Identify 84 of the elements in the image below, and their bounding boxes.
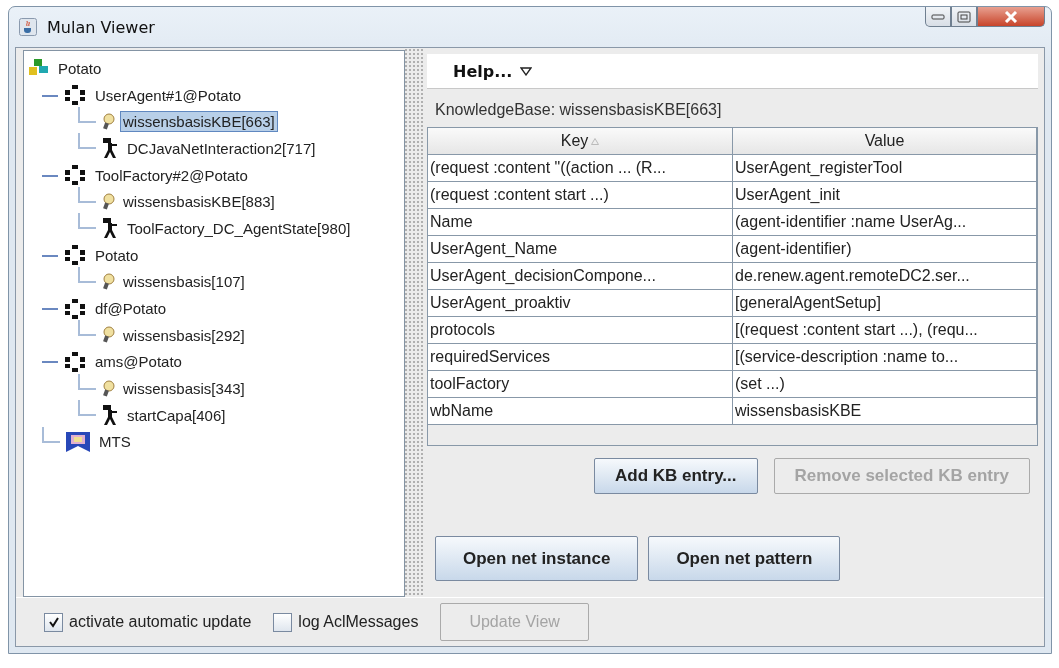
table-cell: [(service-description :name to... xyxy=(733,344,1037,371)
tree-connector xyxy=(42,253,58,257)
figure-icon xyxy=(101,404,119,427)
dropdown-triangle-icon xyxy=(520,66,533,76)
lightbulb-icon xyxy=(101,326,115,345)
tree-item[interactable]: Potato xyxy=(92,244,142,266)
table-cell: [(request :content start ...), (requ... xyxy=(733,317,1037,344)
tree-item[interactable]: ToolFactory#2@Potato xyxy=(92,164,251,186)
close-button[interactable] xyxy=(977,7,1045,27)
tree-connector xyxy=(42,93,58,97)
tree-connector xyxy=(78,106,96,123)
tree-connector xyxy=(42,173,58,177)
tree-item[interactable]: MTS xyxy=(96,431,134,453)
tree-item[interactable]: DCJavaNetInteraction2[717] xyxy=(124,137,319,159)
column-header[interactable]: Key xyxy=(428,128,733,155)
checkbox[interactable] xyxy=(273,612,293,632)
tree-item[interactable]: wissensbasisKBE[883] xyxy=(120,191,278,213)
knowledge-base-label: KnowledgeBase: wissensbasisKBE[663] xyxy=(435,101,723,119)
tree-connector xyxy=(78,213,96,230)
close-icon xyxy=(1003,10,1019,23)
tree-item[interactable]: wissensbasis[343] xyxy=(120,378,248,400)
table-cell: (agent-identifier :name UserAg... xyxy=(733,209,1037,236)
tree-item[interactable]: UserAgent#1@Potato xyxy=(92,84,245,106)
table-cell: UserAgent_registerTool xyxy=(733,155,1037,182)
table-cell: (request :content start ...) xyxy=(428,182,733,209)
table-cell: UserAgent_decisionCompone... xyxy=(428,263,733,290)
checkbox[interactable] xyxy=(44,612,63,632)
lightbulb-icon xyxy=(101,379,115,398)
table-cell: UserAgent_init xyxy=(733,182,1037,209)
tree-item[interactable]: df@Potato xyxy=(92,298,170,320)
splitter-handle[interactable] xyxy=(405,48,423,597)
agent-icon xyxy=(63,297,87,320)
minimize-icon xyxy=(931,13,945,20)
table-cell: UserAgent_Name xyxy=(428,236,733,263)
checkmark-icon xyxy=(47,616,60,628)
tree-item[interactable]: ams@Potato xyxy=(92,351,185,373)
tree-connector xyxy=(42,426,60,443)
agent-icon xyxy=(63,164,87,187)
cup-icon xyxy=(19,18,37,36)
help-menu[interactable]: Help... xyxy=(453,61,513,81)
tree-connector xyxy=(42,307,58,311)
table-cell: UserAgent_proaktiv xyxy=(428,290,733,317)
agent-icon xyxy=(63,350,87,373)
window-title: Mulan Viewer xyxy=(47,17,155,37)
tree-connector xyxy=(78,373,96,390)
maximize-button[interactable] xyxy=(951,7,977,27)
tree-item[interactable]: wissensbasis[292] xyxy=(120,324,248,346)
tree-item[interactable]: startCapa[406] xyxy=(124,404,229,426)
table-cell: protocols xyxy=(428,317,733,344)
table-cell: [generalAgentSetup] xyxy=(733,290,1037,317)
tree-item[interactable]: wissensbasisKBE[663] xyxy=(120,111,278,133)
tree-connector xyxy=(78,133,96,150)
open-pattern-button[interactable]: Open net pattern xyxy=(648,536,841,581)
maximize-icon xyxy=(957,10,971,23)
open-instance-button[interactable]: Open net instance xyxy=(435,536,639,581)
tree-item[interactable]: Potato xyxy=(55,57,105,79)
table-cell: (agent-identifier) xyxy=(733,236,1037,263)
table-cell: toolFactory xyxy=(428,371,733,398)
sort-ascending-icon xyxy=(591,137,600,145)
table-cell: requiredServices xyxy=(428,344,733,371)
checkbox-label: log AclMessages xyxy=(298,613,419,631)
tree-connector xyxy=(78,320,96,337)
lightbulb-icon xyxy=(101,272,115,291)
tree-item[interactable]: ToolFactory_DC_AgentState[980] xyxy=(124,217,354,239)
table-cell: Name xyxy=(428,209,733,236)
tree-connector xyxy=(42,360,58,364)
lightbulb-icon xyxy=(101,192,115,211)
table-cell: de.renew.agent.remoteDC2.ser... xyxy=(733,263,1037,290)
mts-icon xyxy=(65,430,91,453)
column-header[interactable]: Value xyxy=(733,128,1037,155)
add-entry-button[interactable]: Add KB entry... xyxy=(594,458,758,494)
table-cell: (request :content "((action ... (R... xyxy=(428,155,733,182)
tree-connector xyxy=(78,266,96,283)
minimize-button[interactable] xyxy=(925,7,951,27)
tree-item[interactable]: wissensbasis[107] xyxy=(120,271,248,293)
lightbulb-icon xyxy=(101,112,115,131)
figure-icon xyxy=(101,137,119,160)
tree-connector xyxy=(78,186,96,203)
agent-icon xyxy=(63,244,87,267)
table-cell: (set ...) xyxy=(733,371,1037,398)
tree-connector xyxy=(78,400,96,417)
agent-icon xyxy=(63,84,87,107)
checkbox-label: activate automatic update xyxy=(69,613,252,631)
figure-icon xyxy=(101,217,119,240)
